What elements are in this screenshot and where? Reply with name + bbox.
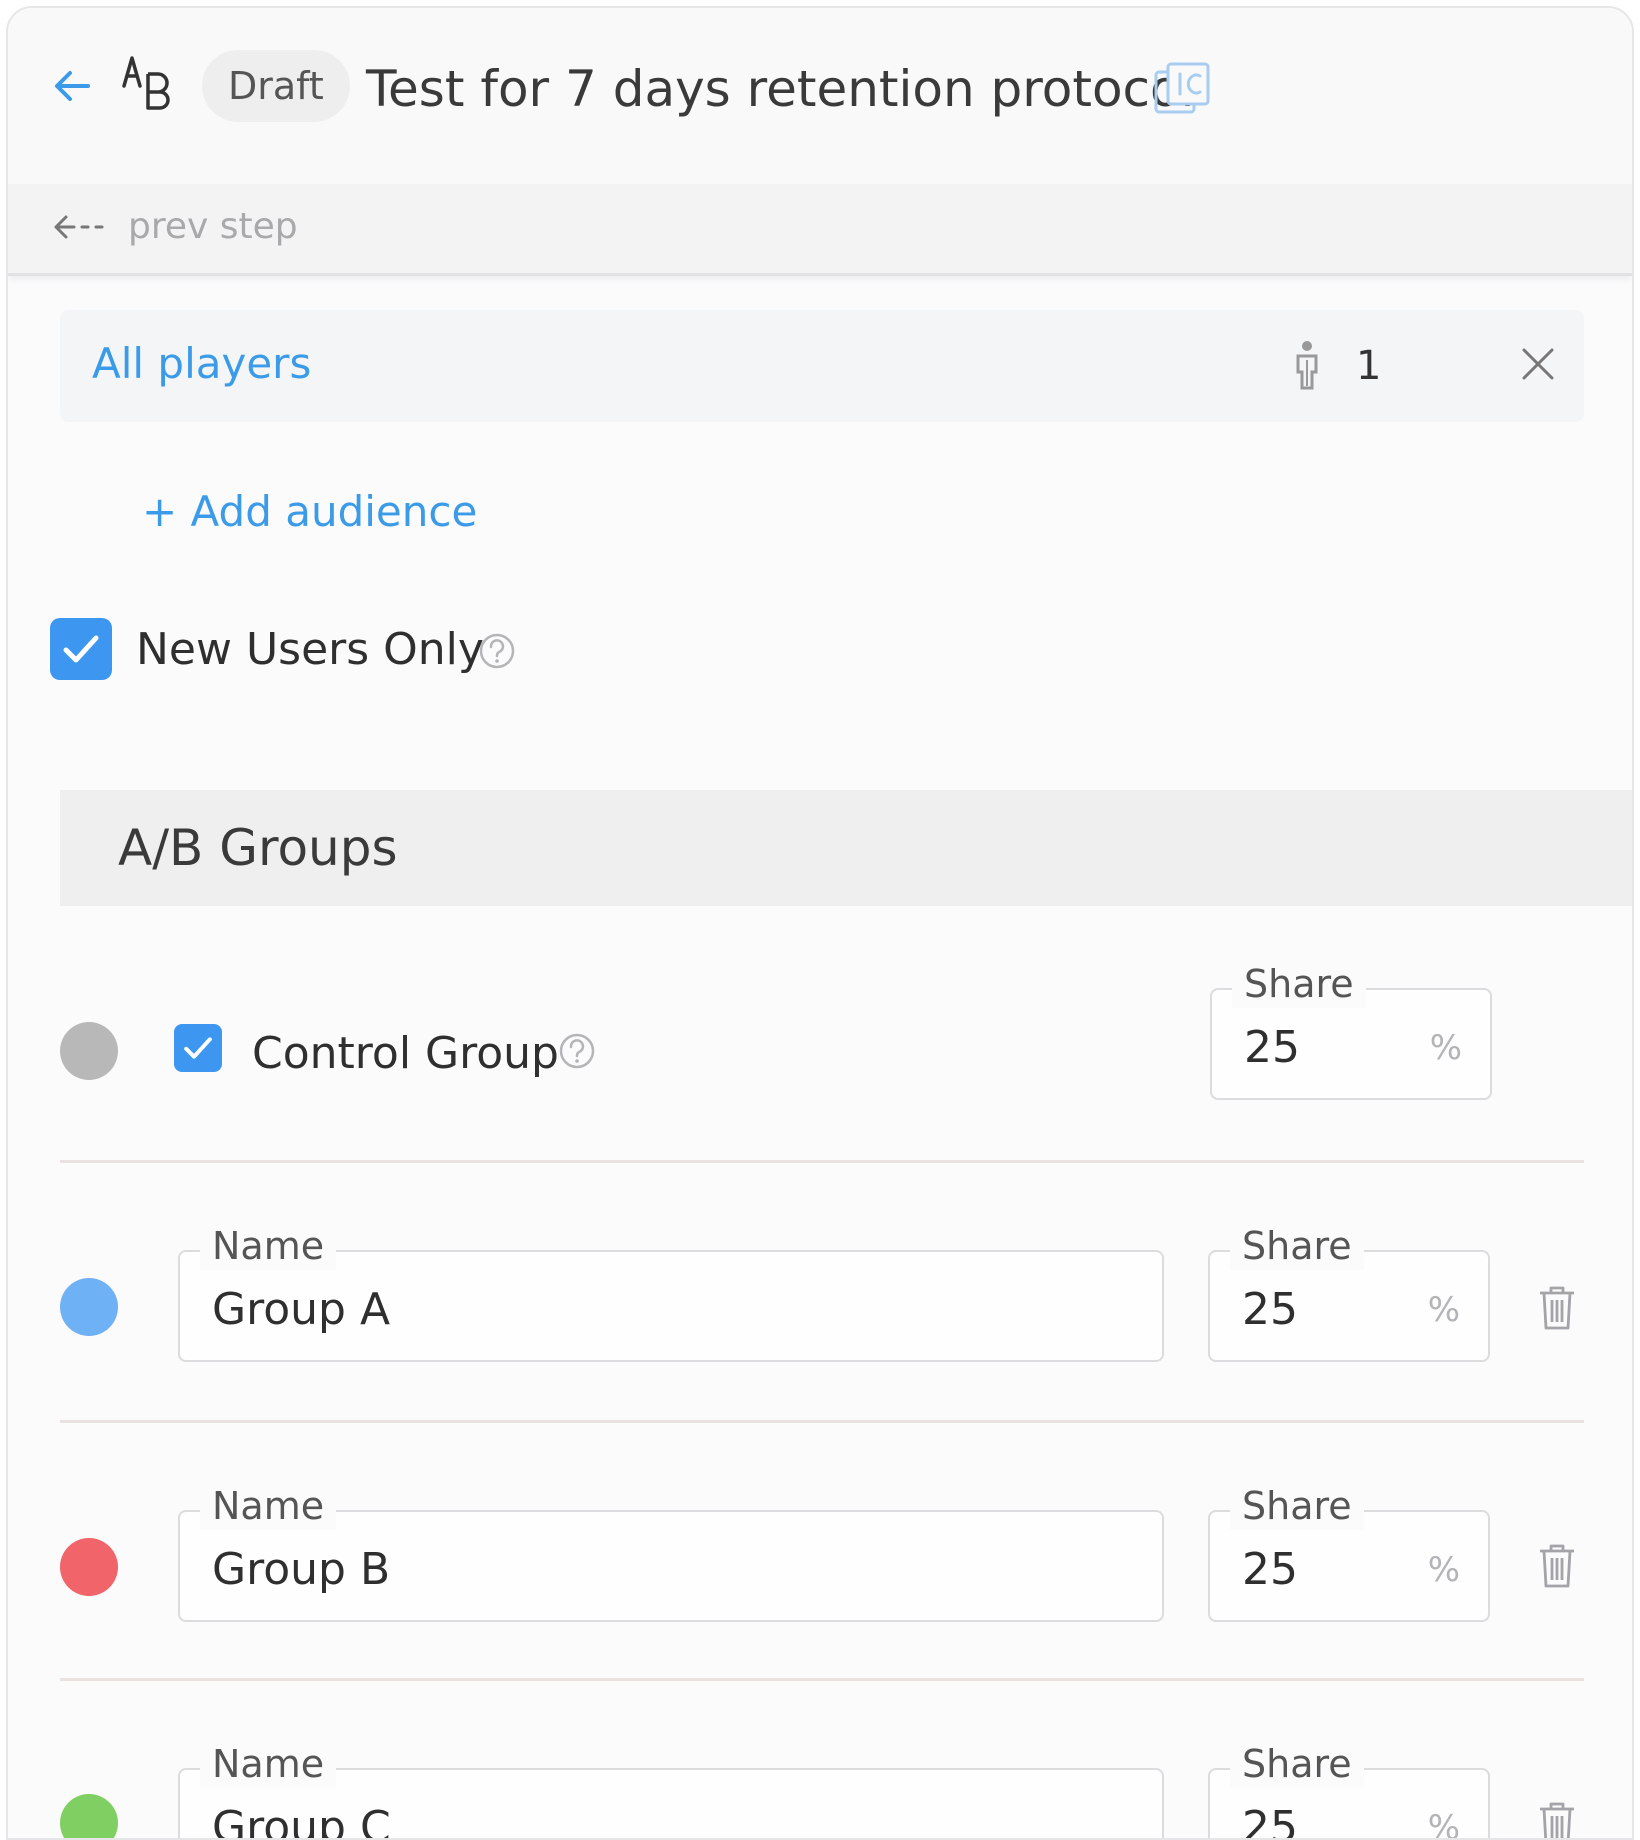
new-users-only-label: New Users Only [136, 624, 484, 675]
prev-step-link[interactable]: prev step [52, 206, 298, 247]
help-icon[interactable] [478, 632, 516, 670]
control-group-label: Control Group [252, 1028, 559, 1079]
status-badge: Draft [202, 50, 350, 122]
trash-icon[interactable] [1536, 1800, 1578, 1840]
group-a-color-dot [60, 1278, 118, 1336]
name-value: Group B [212, 1544, 391, 1595]
person-icon [1296, 341, 1318, 390]
group-b-color-dot [60, 1538, 118, 1596]
name-value: Group A [212, 1284, 391, 1335]
control-share-field[interactable]: Share 25 % [1210, 960, 1492, 1100]
name-label: Name [200, 1222, 337, 1270]
name-value: Group C [212, 1802, 391, 1840]
prev-step-label: prev step [128, 206, 298, 247]
copy-id-icon[interactable] [1152, 60, 1214, 118]
share-label: Share [1232, 960, 1366, 1008]
group-c-name-field[interactable]: Name Group C [178, 1740, 1164, 1840]
share-value: 25 [1244, 1022, 1300, 1073]
share-value: 25 [1242, 1544, 1298, 1595]
checkmark-icon [184, 1037, 212, 1059]
percent-unit: % [1427, 1808, 1460, 1840]
checkmark-icon [63, 635, 99, 663]
group-b-name-field[interactable]: Name Group B [178, 1482, 1164, 1622]
share-label: Share [1230, 1222, 1364, 1270]
page-title: Test for 7 days retention protocol [366, 60, 1195, 118]
ab-groups-title: A/B Groups [118, 819, 398, 877]
audience-count: 1 [1356, 343, 1382, 389]
ab-test-icon [122, 56, 170, 110]
trash-icon[interactable] [1536, 1542, 1578, 1590]
dashed-arrow-left-icon [54, 215, 104, 238]
help-icon[interactable] [558, 1032, 596, 1070]
back-arrow-icon[interactable] [48, 62, 96, 110]
add-audience-button[interactable]: + Add audience [142, 482, 477, 542]
divider [60, 1678, 1584, 1681]
group-c-share-field[interactable]: Share 25 % [1208, 1740, 1490, 1840]
app-window: Draft Test for 7 days retention protocol… [6, 6, 1634, 1840]
group-c-color-dot [60, 1794, 118, 1838]
group-b-share-field[interactable]: Share 25 % [1208, 1482, 1490, 1622]
name-label: Name [200, 1740, 337, 1788]
trash-icon[interactable] [1536, 1284, 1578, 1332]
share-value: 25 [1242, 1802, 1298, 1840]
percent-unit: % [1427, 1290, 1460, 1330]
ab-groups-header: A/B Groups [60, 790, 1632, 906]
divider [60, 1160, 1584, 1163]
group-a-name-field[interactable]: Name Group A [178, 1222, 1164, 1362]
control-group-color-dot [60, 1022, 118, 1080]
name-label: Name [200, 1482, 337, 1530]
audience-row: All players 1 [60, 310, 1584, 422]
share-label: Share [1230, 1482, 1364, 1530]
group-a-share-field[interactable]: Share 25 % [1208, 1222, 1490, 1362]
close-icon[interactable] [1518, 344, 1558, 384]
share-value: 25 [1242, 1284, 1298, 1335]
prev-step-bar: prev step [8, 184, 1632, 276]
header: Draft Test for 7 days retention protocol [8, 8, 1632, 184]
divider [60, 1420, 1584, 1423]
percent-unit: % [1427, 1550, 1460, 1590]
control-group-checkbox[interactable] [174, 1024, 222, 1072]
share-label: Share [1230, 1740, 1364, 1788]
percent-unit: % [1429, 1028, 1462, 1068]
audience-name[interactable]: All players [92, 334, 311, 394]
new-users-only-checkbox[interactable] [50, 618, 112, 680]
